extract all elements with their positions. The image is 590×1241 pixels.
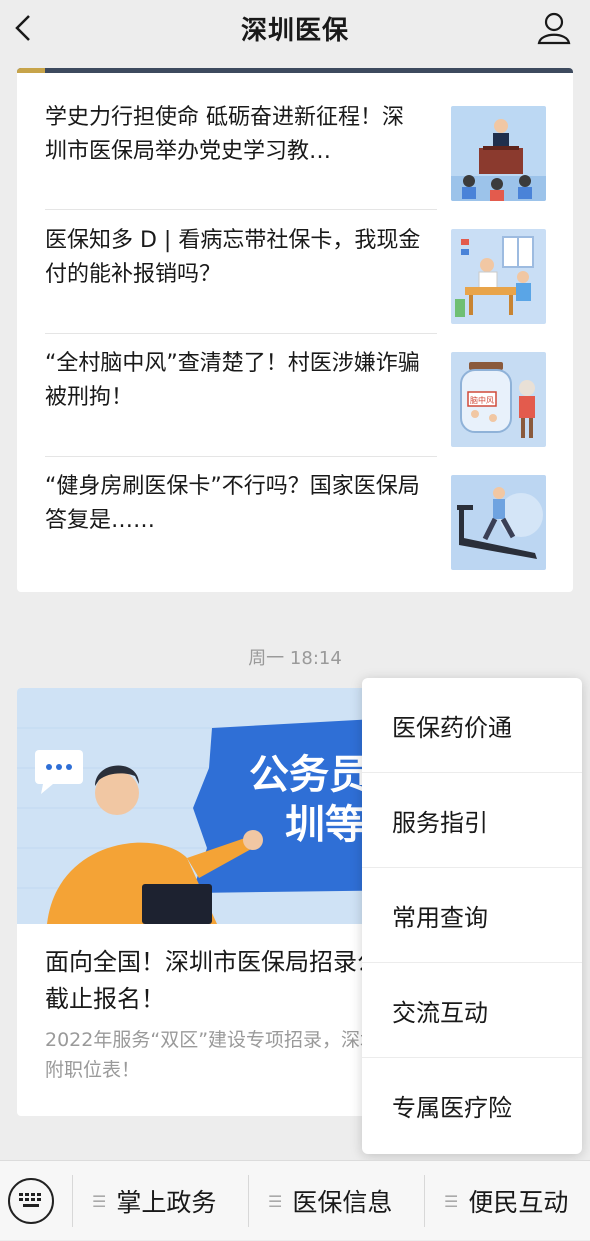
banner-heading-line2: 圳等 [285, 802, 365, 848]
article-item-2[interactable]: 医保知多 D | 看病忘带社保卡，我现金付的能补报销吗？ [45, 196, 546, 324]
menu-separator [424, 1175, 425, 1227]
article-item-3[interactable]: “全村脑中风”查清楚了！村医涉嫌诈骗被刑拘！ 脑中风 [45, 319, 546, 447]
keyboard-icon [19, 1193, 41, 1207]
article-item-1[interactable]: 学史力行担使命 砥砺奋进新征程！深圳市医保局举办党史学习教… [45, 73, 546, 201]
menu-lines-icon: ☰ [92, 1191, 107, 1211]
article-thumbnail-lecture [451, 106, 546, 201]
user-icon [537, 12, 571, 45]
article-thumbnail-treadmill [451, 475, 546, 570]
bottom-menu-bar: ☰ 掌上政务 ☰ 医保信息 ☰ 便民互动 [0, 1160, 590, 1240]
article-title: “全村脑中风”查清楚了！村医涉嫌诈骗被刑拘！ [45, 351, 420, 410]
message-timestamp: 周一 18:14 [248, 648, 342, 669]
article-title: 学史力行担使命 砥砺奋进新征程！深圳市医保局举办党史学习教… [45, 105, 404, 164]
article-thumbnail-jar: 脑中风 [451, 352, 546, 447]
bottom-menu-gov-services[interactable]: ☰ 掌上政务 [92, 1161, 216, 1241]
bottom-menu-label: 便民互动 [468, 1188, 569, 1217]
article-item-4[interactable]: “健身房刷医保卡”不行吗？国家医保局答复是…… [45, 442, 546, 570]
menu-lines-icon: ☰ [444, 1191, 459, 1211]
menu-separator [72, 1175, 73, 1227]
menu-separator [248, 1175, 249, 1227]
keyboard-toggle-button[interactable] [8, 1178, 54, 1224]
page-title: 深圳医保 [240, 15, 349, 46]
menu-item-drug-price[interactable]: 医保药价通 [362, 678, 582, 773]
banner-heading-line1: 公务员 [249, 752, 369, 798]
article-thumbnail-clinic [451, 229, 546, 324]
jar-label-text: 脑中风 [470, 395, 494, 405]
top-nav-bar: 深圳医保 [0, 0, 590, 56]
bottom-menu-insurance-info[interactable]: ☰ 医保信息 [268, 1161, 392, 1241]
menu-item-service-guide[interactable]: 服务指引 [362, 773, 582, 868]
back-button[interactable] [12, 12, 40, 44]
bottom-menu-label: 医保信息 [292, 1188, 393, 1217]
menu-item-interaction[interactable]: 交流互动 [362, 963, 582, 1058]
chevron-left-icon [15, 15, 30, 41]
profile-button[interactable] [536, 10, 572, 46]
bottom-menu-label: 掌上政务 [116, 1188, 217, 1217]
article-title: 医保知多 D | 看病忘带社保卡，我现金付的能补报销吗？ [45, 228, 421, 287]
article-title: “健身房刷医保卡”不行吗？国家医保局答复是…… [45, 474, 420, 533]
popup-submenu: 医保药价通 服务指引 常用查询 交流互动 专属医疗险 [362, 678, 582, 1154]
menu-item-exclusive-insurance[interactable]: 专属医疗险 [362, 1058, 582, 1153]
article-list-card: 学史力行担使命 砥砺奋进新征程！深圳市医保局举办党史学习教… 医保知多 D | … [17, 68, 573, 592]
bottom-menu-public-interaction[interactable]: ☰ 便民互动 [444, 1161, 568, 1241]
menu-item-common-query[interactable]: 常用查询 [362, 868, 582, 963]
menu-lines-icon: ☰ [268, 1191, 283, 1211]
